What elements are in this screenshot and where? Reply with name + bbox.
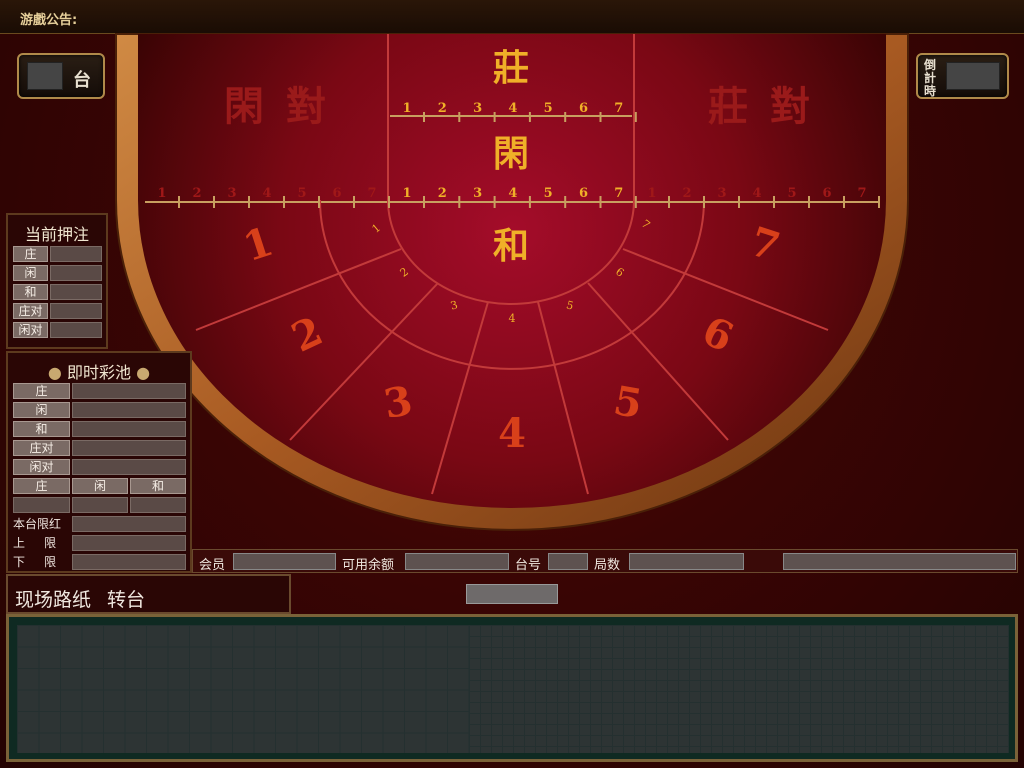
upper-limit-value [72, 535, 186, 551]
road-header: 现场路纸 转台 [6, 574, 291, 614]
scale-number: 5 [544, 101, 553, 116]
banker-pair-char-1: 莊 [708, 83, 748, 130]
bet-label-banker-pair: 庄对 [13, 303, 48, 319]
bet-value-player [50, 265, 102, 281]
bullet-icon: ● [47, 363, 62, 382]
table-no-value [548, 553, 588, 570]
jackpot-subcol-banker: 庄 [13, 478, 70, 494]
road-map [6, 614, 1018, 762]
bet-value-banker [50, 246, 102, 262]
balance-value [405, 553, 509, 570]
scale-number: 6 [579, 186, 588, 201]
balance-label: 可用余额 [342, 558, 395, 573]
lower-limit-label: 下 限 [13, 555, 57, 569]
bet-label-tie: 和 [13, 284, 48, 300]
scale-number: 7 [367, 186, 376, 201]
info-bar: 会员 可用余额 台号 局数 [192, 549, 1018, 573]
scale-number: 4 [508, 101, 517, 116]
road-map-button[interactable]: 现场路纸 [15, 585, 91, 612]
jackpot-subvalue-tie [130, 497, 186, 513]
bet-label-player: 闲 [13, 265, 48, 281]
jackpot-title: ● 即时彩池 ● [8, 359, 190, 383]
jackpot-value-tie [72, 421, 186, 437]
scale-number: 1 [402, 101, 411, 116]
countdown-label-3: 時 [924, 84, 937, 98]
round-label: 局数 [594, 558, 621, 573]
lower-limit-value [72, 554, 186, 570]
scale-number: 1 [157, 186, 166, 201]
scale-number: 7 [614, 101, 623, 116]
scale-number: 1 [647, 186, 656, 201]
table-number-plate: 台 [17, 53, 105, 99]
scale-number: 6 [332, 186, 341, 201]
round-value [629, 553, 744, 570]
bet-value-banker-pair [50, 303, 102, 319]
current-bets-panel: 当前押注 庄 闲 和 庄对 闲对 [6, 213, 108, 349]
scale-number: 6 [579, 101, 588, 116]
scale-number: 5 [787, 186, 796, 201]
player-pair-char-1: 閑 [224, 83, 264, 130]
seat-number: 4 [498, 410, 526, 457]
jackpot-subcol-tie: 和 [130, 478, 186, 494]
scale-number: 7 [857, 186, 866, 201]
scale-number: 4 [752, 186, 761, 201]
jackpot-value-banker [72, 383, 186, 399]
jackpot-subvalue-player [72, 497, 128, 513]
table-limit-label: 本台限红 [13, 517, 62, 531]
jackpot-label-player-pair: 闲对 [13, 459, 70, 475]
scale-number: 4 [508, 186, 517, 201]
bet-label-player-pair: 闲对 [13, 322, 48, 338]
derived-road-grid [469, 625, 1009, 753]
countdown-plate: 倒 計 時 [916, 53, 1009, 99]
scale-number: 6 [822, 186, 831, 201]
scale-number: 2 [192, 186, 201, 201]
jackpot-label-tie: 和 [13, 421, 70, 437]
jackpot-label-player: 闲 [13, 402, 70, 418]
table-no-label: 台号 [515, 558, 542, 573]
bullet-icon: ● [136, 363, 151, 382]
jackpot-label-banker: 庄 [13, 383, 70, 399]
jackpot-subvalue-banker [13, 497, 70, 513]
status-box [466, 584, 558, 604]
scale-number: 7 [614, 186, 623, 201]
jackpot-value-player-pair [72, 459, 186, 475]
upper-limit-label: 上 限 [13, 536, 57, 550]
scale-number: 5 [297, 186, 306, 201]
jackpot-title-text: 即时彩池 [66, 363, 131, 382]
scale-number: 2 [682, 186, 691, 201]
jackpot-subcol-player: 闲 [72, 478, 128, 494]
bet-value-player-pair [50, 322, 102, 338]
player-pair-char-2: 對 [286, 83, 326, 130]
bet-value-tie [50, 284, 102, 300]
extra-value [783, 553, 1016, 570]
scale-number: 2 [438, 101, 447, 116]
scale-number: 1 [402, 186, 411, 201]
game-screen: { "announcement": {"label": "游戲公告:"}, "t… [0, 0, 1024, 768]
countdown-display [946, 62, 1000, 90]
member-label: 会员 [199, 558, 226, 573]
current-bets-title: 当前押注 [24, 225, 89, 244]
scale-number: 4 [262, 186, 271, 201]
jackpot-value-player [72, 402, 186, 418]
scale-number: 3 [473, 186, 482, 201]
scale-number: 3 [227, 186, 236, 201]
bet-label-banker: 庄 [13, 246, 48, 262]
inner-seat-number: 4 [509, 312, 516, 325]
member-value [233, 553, 336, 570]
player-label: 閑 [493, 133, 529, 175]
scale-number: 3 [473, 101, 482, 116]
scale-number: 2 [438, 186, 447, 201]
scale-number: 5 [544, 186, 553, 201]
table-limit-value [72, 516, 186, 532]
banker-pair-char-2: 對 [770, 83, 810, 130]
switch-table-button[interactable]: 转台 [107, 585, 145, 612]
table-plate-label: 台 [73, 70, 91, 91]
table-number-display [27, 62, 63, 90]
tie-label: 和 [493, 225, 529, 267]
jackpot-value-banker-pair [72, 440, 186, 456]
jackpot-panel: ● 即时彩池 ● 庄 闲 和 庄对 闲对 庄 闲 和 本台限红 上 限 下 限 [6, 351, 192, 573]
banker-label: 莊 [493, 47, 529, 89]
scale-number: 3 [717, 186, 726, 201]
jackpot-label-banker-pair: 庄对 [13, 440, 70, 456]
